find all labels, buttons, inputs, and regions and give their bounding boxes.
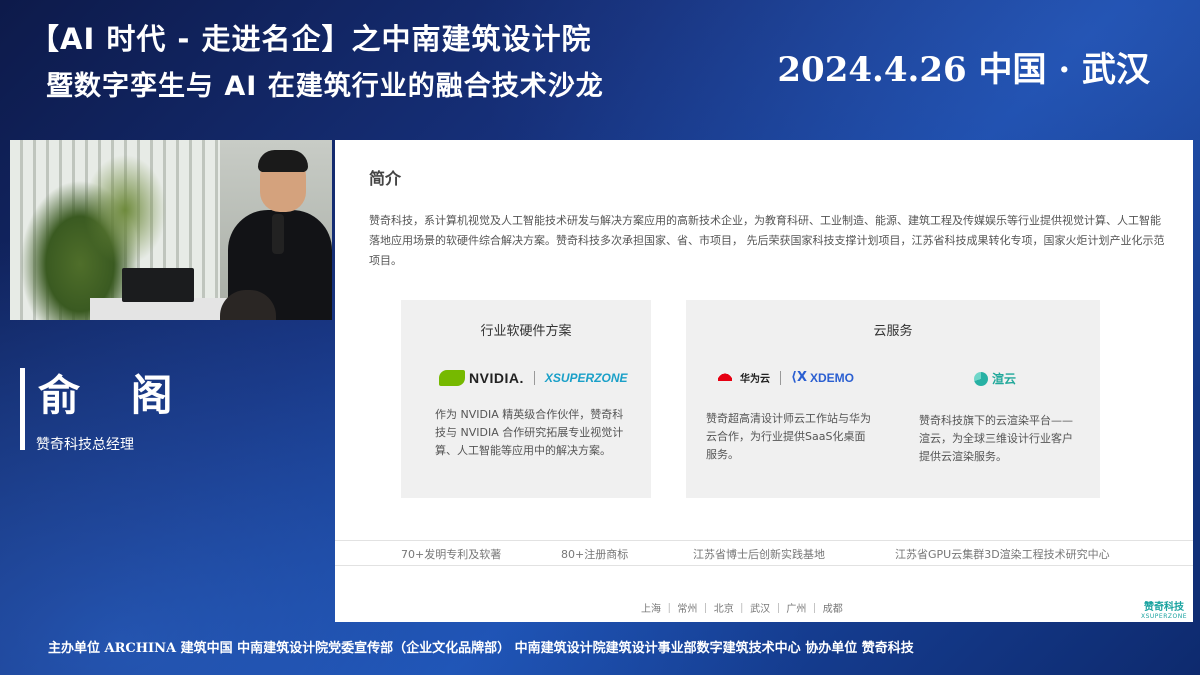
zanqi-brand-logo: 赞奇科技 XSUPERZONE <box>1141 598 1187 620</box>
speaker-role: 赞奇科技总经理 <box>36 437 134 453</box>
partner-logos: 华为云 ⟨X XDEMO <box>716 370 854 385</box>
slide-intro: 赞奇科技，系计算机视觉及人工智能技术研发与解决方案应用的高新技术企业，为教育科研… <box>369 214 1165 267</box>
event-title-line2: 暨数字孪生与 AI 在建筑行业的融合技术沙龙 <box>46 71 604 102</box>
xsuperzone-logo: XSUPERZONE <box>544 371 628 385</box>
office-cities: 上海 ｜ 常州 ｜ 北京 ｜ 武汉 ｜ 广州 ｜ 成都 <box>641 604 843 615</box>
huawei-cloud-logo: 华为云 <box>740 374 770 385</box>
xdemo-icon: ⟨X <box>791 370 807 385</box>
stat-research-center: 江苏省GPU云集群3D渲染工程技术研究中心 <box>895 548 1110 561</box>
microphone <box>272 214 284 254</box>
card-description: 作为 NVIDIA 精英级合作伙伴，赞奇科技与 NVIDIA 合作研究拓展专业视… <box>435 408 624 457</box>
event-title-line1: 【AI 时代 - 走进名企】之中南建筑设计院 <box>30 22 592 56</box>
nvidia-logo: NVIDIA. <box>469 370 524 386</box>
plant-leaves <box>80 150 170 270</box>
event-date-location: 2024.4.26 中国 · 武汉 <box>777 50 1150 90</box>
divider <box>780 370 781 385</box>
hardware-solutions-card: 行业软硬件方案 NVIDIA. XSUPERZONE 作为 NVIDIA 精英级… <box>401 300 651 498</box>
brand-logo-en: XSUPERZONE <box>1141 613 1188 620</box>
name-accent-bar <box>20 368 25 450</box>
brand-logo-cn: 赞奇科技 <box>1144 602 1184 613</box>
stat-patents: 70+发明专利及软著 <box>401 548 502 561</box>
card-description-huawei: 赞奇超高清设计师云工作站与华为云合作，为行业提供SaaS化桌面服务。 <box>706 412 871 461</box>
organizers-footer: 主办单位 ARCHINA 建筑中国 中南建筑设计院党委宣传部（企业文化品牌部） … <box>48 641 914 656</box>
speaker-video <box>10 140 332 320</box>
presentation-slide: 简介 赞奇科技，系计算机视觉及人工智能技术研发与解决方案应用的高新技术企业，为教… <box>335 140 1193 622</box>
card-description-xuanyun: 赞奇科技旗下的云渲染平台——渲云，为全球三维设计行业客户提供云渲染服务。 <box>919 414 1073 463</box>
partner-logos: NVIDIA. XSUPERZONE <box>439 370 628 386</box>
stat-trademarks: 80+注册商标 <box>561 548 629 561</box>
laptop <box>122 268 194 302</box>
speaker-name: 俞 阁 <box>38 371 191 420</box>
xuanyun-logo-row: 渲云 <box>974 370 1016 387</box>
speaker-hair <box>258 150 308 172</box>
card-title: 行业软硬件方案 <box>480 324 572 339</box>
huawei-flower-icon <box>716 370 734 385</box>
slide-heading: 简介 <box>369 169 402 188</box>
divider <box>533 371 535 385</box>
stats-bar: 70+发明专利及软著 80+注册商标 江苏省博士后创新实践基地 江苏省GPU云集… <box>335 540 1193 566</box>
xdemo-logo: XDEMO <box>809 370 854 385</box>
card-title: 云服务 <box>873 324 913 339</box>
xuanyun-icon <box>974 371 988 386</box>
stat-postdoc: 江苏省博士后创新实践基地 <box>693 548 825 561</box>
nvidia-eye-icon <box>439 370 465 386</box>
cloud-services-card: 云服务 华为云 ⟨X XDEMO 渲云 赞奇超高清设计师云工作站与华为云合作，为… <box>686 300 1100 498</box>
xuanyun-logo: 渲云 <box>992 372 1017 386</box>
